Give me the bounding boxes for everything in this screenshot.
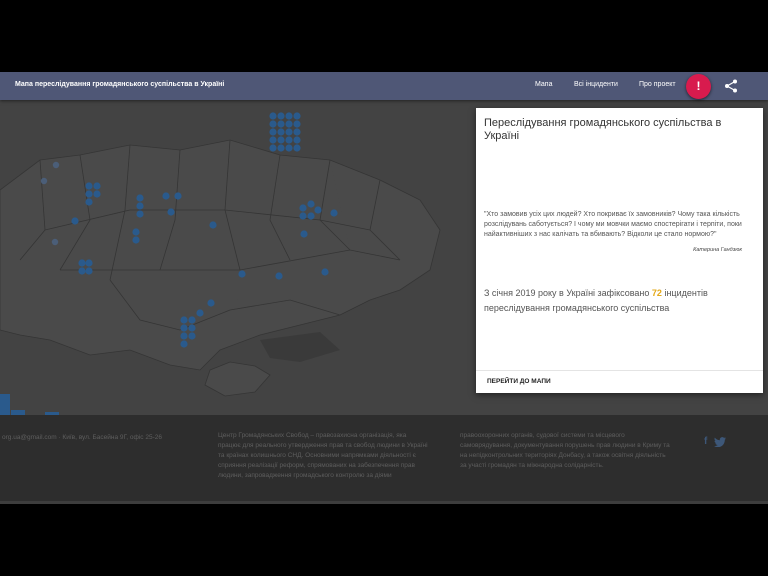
facebook-icon[interactable]: f bbox=[704, 437, 707, 447]
incident-marker[interactable] bbox=[269, 144, 277, 152]
incident-marker[interactable] bbox=[285, 112, 293, 120]
incident-marker[interactable] bbox=[275, 272, 283, 280]
incident-marker[interactable] bbox=[93, 182, 101, 190]
incident-marker[interactable] bbox=[293, 144, 301, 152]
report-incident-button[interactable]: ! bbox=[686, 74, 711, 99]
incident-marker[interactable] bbox=[188, 332, 196, 340]
nav-map[interactable]: Мапа bbox=[535, 81, 553, 88]
incident-marker[interactable] bbox=[188, 324, 196, 332]
incident-marker[interactable] bbox=[299, 204, 307, 212]
incident-marker[interactable] bbox=[132, 228, 140, 236]
incident-marker[interactable] bbox=[162, 192, 170, 200]
crimea-peninsula bbox=[204, 361, 271, 397]
incident-count: 72 bbox=[651, 288, 662, 298]
incident-marker[interactable] bbox=[321, 268, 329, 276]
incident-marker[interactable] bbox=[269, 112, 277, 120]
incident-marker[interactable] bbox=[285, 136, 293, 144]
site-title[interactable]: Мапа переслідування громадянського суспі… bbox=[15, 81, 224, 88]
incident-marker[interactable] bbox=[269, 128, 277, 136]
incident-marker[interactable] bbox=[132, 236, 140, 244]
incident-marker[interactable] bbox=[51, 238, 59, 246]
stats-prefix: З січня 2019 року в Україні зафіксовано bbox=[484, 288, 650, 298]
incident-marker[interactable] bbox=[78, 259, 86, 267]
incident-marker[interactable] bbox=[85, 182, 93, 190]
incident-marker[interactable] bbox=[293, 136, 301, 144]
share-icon[interactable] bbox=[723, 78, 739, 94]
incident-marker[interactable] bbox=[277, 120, 285, 128]
footer-about-text: Центр Громадянських Свобод – правозахисн… bbox=[218, 432, 428, 479]
top-app-bar: Мапа переслідування громадянського суспі… bbox=[0, 72, 768, 100]
incident-marker[interactable] bbox=[180, 340, 188, 348]
azov-sea bbox=[260, 332, 340, 362]
nav-about-project[interactable]: Про проект bbox=[639, 81, 676, 88]
incident-marker[interactable] bbox=[277, 112, 285, 120]
nav-all-incidents[interactable]: Всі інциденти bbox=[574, 81, 618, 88]
incident-marker[interactable] bbox=[269, 136, 277, 144]
incident-marker[interactable] bbox=[299, 212, 307, 220]
incident-marker[interactable] bbox=[285, 128, 293, 136]
incident-marker[interactable] bbox=[293, 128, 301, 136]
incident-marker[interactable] bbox=[293, 112, 301, 120]
incident-marker[interactable] bbox=[52, 161, 60, 169]
incident-marker[interactable] bbox=[277, 144, 285, 152]
footer-mission-text: правоохоронних органів, судової системи … bbox=[460, 432, 670, 469]
panel-title: Переслідування громадянського суспільств… bbox=[484, 117, 722, 142]
quote-text: "Хто замовив усіх цих людей? Хто покрива… bbox=[484, 211, 742, 238]
incident-marker[interactable] bbox=[136, 210, 144, 218]
info-panel: Переслідування громадянського суспільств… bbox=[476, 108, 763, 393]
incident-marker[interactable] bbox=[40, 177, 48, 185]
incident-marker[interactable] bbox=[209, 221, 217, 229]
incident-marker[interactable] bbox=[180, 316, 188, 324]
incident-marker[interactable] bbox=[300, 230, 308, 238]
incident-marker[interactable] bbox=[71, 217, 79, 225]
incident-marker[interactable] bbox=[188, 316, 196, 324]
incident-stats: З січня 2019 року в Україні зафіксовано … bbox=[484, 286, 744, 316]
go-to-map-button[interactable]: ПЕРЕЙТИ ДО МАПИ bbox=[487, 378, 551, 385]
panel-divider bbox=[476, 370, 763, 371]
region-borders bbox=[0, 139, 441, 371]
incident-marker[interactable] bbox=[174, 192, 182, 200]
incident-marker[interactable] bbox=[307, 200, 315, 208]
incident-marker[interactable] bbox=[277, 136, 285, 144]
incident-marker[interactable] bbox=[196, 309, 204, 317]
incident-marker[interactable] bbox=[136, 202, 144, 210]
incident-marker[interactable] bbox=[330, 209, 338, 217]
incident-marker[interactable] bbox=[167, 208, 175, 216]
incident-marker[interactable] bbox=[85, 267, 93, 275]
browser-viewport: Мапа переслідування громадянського суспі… bbox=[0, 72, 768, 504]
footer-contacts[interactable]: org.ua@gmail.com · Київ, вул. Басейна 9Г… bbox=[2, 433, 162, 443]
incident-marker[interactable] bbox=[207, 299, 215, 307]
incident-marker[interactable] bbox=[93, 190, 101, 198]
twitter-icon[interactable] bbox=[714, 437, 726, 447]
incident-marker[interactable] bbox=[180, 332, 188, 340]
incident-marker[interactable] bbox=[85, 198, 93, 206]
incident-marker[interactable] bbox=[78, 267, 86, 275]
page-footer: org.ua@gmail.com · Київ, вул. Басейна 9Г… bbox=[0, 415, 768, 501]
incident-marker[interactable] bbox=[314, 206, 322, 214]
incident-marker[interactable] bbox=[285, 120, 293, 128]
incident-marker[interactable] bbox=[277, 128, 285, 136]
incident-marker[interactable] bbox=[85, 190, 93, 198]
incident-marker[interactable] bbox=[293, 120, 301, 128]
quote-author: Катерина Гандзюк bbox=[693, 247, 742, 253]
incident-marker[interactable] bbox=[307, 212, 315, 220]
incident-marker[interactable] bbox=[136, 194, 144, 202]
incident-marker[interactable] bbox=[285, 144, 293, 152]
incident-marker[interactable] bbox=[238, 270, 246, 278]
incident-marker[interactable] bbox=[180, 324, 188, 332]
incident-marker[interactable] bbox=[85, 259, 93, 267]
incident-marker[interactable] bbox=[269, 120, 277, 128]
